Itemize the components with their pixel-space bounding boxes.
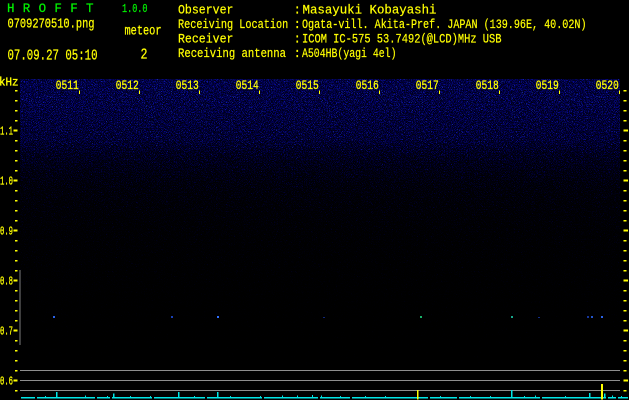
- svg-text:0520: 0520: [596, 78, 619, 93]
- svg-text:Observer: Observer: [178, 3, 234, 17]
- svg-text:0.8: 0.8: [0, 274, 13, 288]
- svg-text:0516: 0516: [356, 78, 379, 93]
- svg-text:0512: 0512: [116, 78, 139, 93]
- svg-text::: :: [294, 3, 302, 17]
- svg-text::: :: [294, 47, 302, 61]
- svg-text:Receiving Location: Receiving Location: [178, 18, 288, 32]
- svg-text:A504HB(yagi 4el): A504HB(yagi 4el): [302, 47, 397, 61]
- svg-text:0.7: 0.7: [0, 324, 13, 338]
- svg-text:2: 2: [141, 48, 148, 64]
- svg-text:meteor: meteor: [125, 25, 162, 40]
- svg-text:0513: 0513: [176, 78, 199, 93]
- svg-text:1.0: 1.0: [0, 174, 13, 188]
- svg-text:Receiver: Receiver: [178, 33, 234, 47]
- svg-text:0.6: 0.6: [0, 375, 13, 389]
- svg-text::: :: [294, 33, 302, 47]
- svg-text:0519: 0519: [536, 78, 559, 93]
- svg-text:1.0.0: 1.0.0: [122, 2, 148, 16]
- svg-text:HROFFT: HROFFT: [7, 2, 102, 16]
- svg-text:0511: 0511: [56, 78, 79, 93]
- svg-text::: :: [294, 18, 302, 32]
- svg-text:Receiving antenna: Receiving antenna: [178, 47, 286, 61]
- svg-text:0514: 0514: [236, 78, 259, 93]
- svg-text:0.9: 0.9: [0, 224, 13, 238]
- svg-text:0518: 0518: [476, 78, 499, 93]
- svg-text:0709270510.png: 0709270510.png: [8, 18, 95, 33]
- svg-text:0515: 0515: [296, 78, 319, 93]
- svg-text:07.09.27 05:10: 07.09.27 05:10: [8, 47, 98, 64]
- svg-text:ICOM IC-575 53.7492(@LCD)MHz U: ICOM IC-575 53.7492(@LCD)MHz USB: [302, 33, 502, 47]
- svg-text:kHz: kHz: [0, 76, 19, 90]
- svg-text:1.1: 1.1: [0, 124, 13, 138]
- svg-text:Ogata-vill. Akita-Pref. JAPAN: Ogata-vill. Akita-Pref. JAPAN (139.96E, …: [302, 18, 587, 32]
- svg-text:Masayuki Kobayashi: Masayuki Kobayashi: [303, 3, 437, 17]
- svg-text:0517: 0517: [416, 78, 439, 93]
